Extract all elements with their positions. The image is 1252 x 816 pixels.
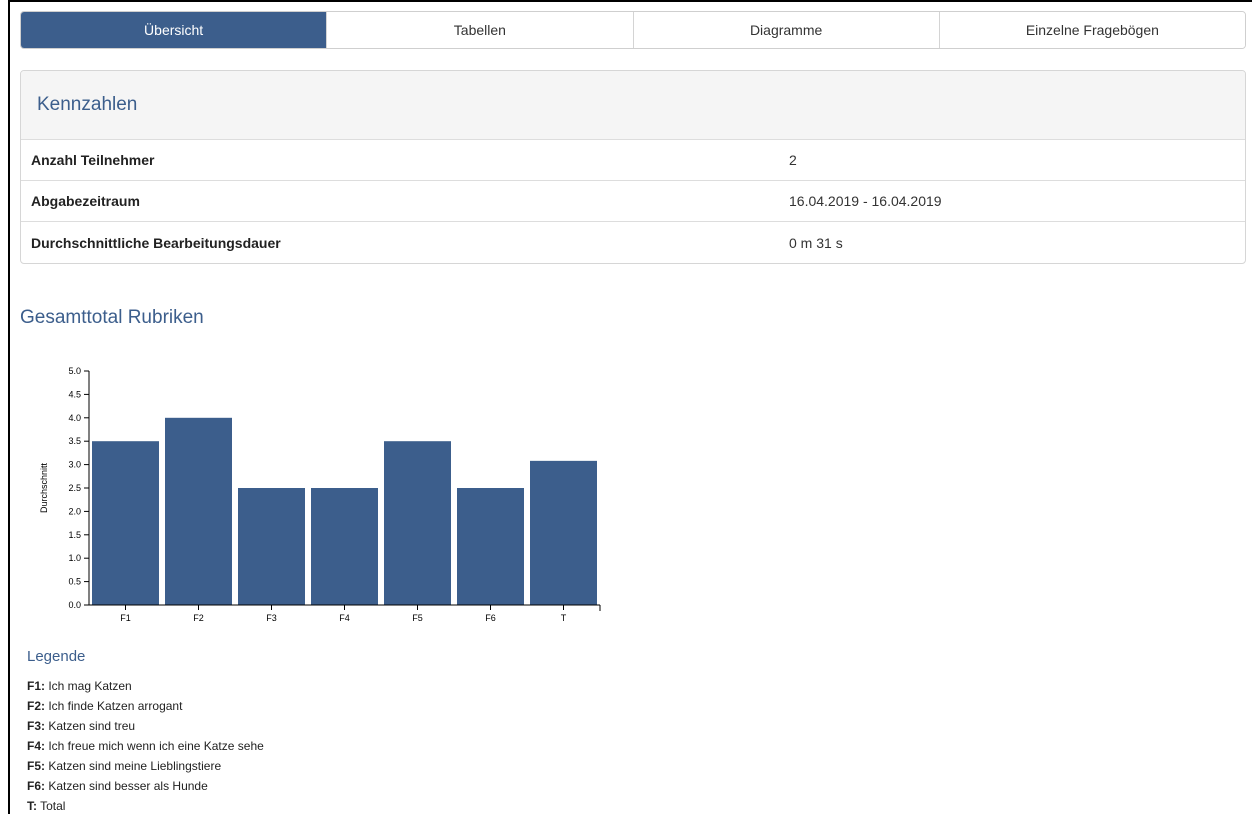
legend-key: F6: bbox=[27, 779, 45, 793]
bar-f4 bbox=[311, 488, 378, 605]
legend-item: F3: Katzen sind treu bbox=[27, 716, 264, 736]
legend-item: T: Total bbox=[27, 796, 264, 816]
legend-key: F5: bbox=[27, 759, 45, 773]
x-tick-label: F4 bbox=[339, 613, 350, 623]
kennzahl-row: Abgabezeitraum 16.04.2019 - 16.04.2019 bbox=[21, 181, 1245, 222]
legend-text: Katzen sind besser als Hunde bbox=[48, 779, 208, 793]
y-tick-label: 1.5 bbox=[68, 530, 81, 540]
y-axis-label: Durchschnitt bbox=[39, 462, 49, 513]
y-tick-label: 3.5 bbox=[68, 436, 81, 446]
bar-f6 bbox=[457, 488, 524, 605]
kennzahl-value: 2 bbox=[789, 152, 797, 168]
x-tick-label: T bbox=[561, 613, 567, 623]
kennzahl-value: 16.04.2019 - 16.04.2019 bbox=[789, 193, 942, 209]
x-tick-label: F5 bbox=[412, 613, 423, 623]
legend-text: Katzen sind meine Lieblingstiere bbox=[48, 759, 222, 773]
legend-key: T: bbox=[27, 799, 37, 813]
kennzahl-label: Abgabezeitraum bbox=[31, 193, 140, 209]
bar-f5 bbox=[384, 441, 451, 605]
tab-diagramme[interactable]: Diagramme bbox=[633, 12, 940, 48]
tab-bar: Übersicht Tabellen Diagramme Einzelne Fr… bbox=[20, 11, 1246, 49]
legend-item: F5: Katzen sind meine Lieblingstiere bbox=[27, 756, 264, 776]
legend-key: F1: bbox=[27, 679, 45, 693]
kennzahlen-panel: Kennzahlen Anzahl Teilnehmer 2 Abgabezei… bbox=[20, 70, 1246, 264]
kennzahl-value: 0 m 31 s bbox=[789, 234, 843, 251]
y-tick-label: 4.0 bbox=[68, 413, 81, 423]
bar-f3 bbox=[238, 488, 305, 605]
legend-text: Ich freue mich wenn ich eine Katze sehe bbox=[48, 739, 264, 753]
x-tick-label: F3 bbox=[266, 613, 277, 623]
y-tick-label: 4.5 bbox=[68, 389, 81, 399]
legend: F1: Ich mag Katzen F2: Ich finde Katzen … bbox=[27, 676, 264, 816]
y-tick-label: 1.0 bbox=[68, 553, 81, 563]
legend-key: F2: bbox=[27, 699, 45, 713]
legend-key: F4: bbox=[27, 739, 45, 753]
tab-uebersicht[interactable]: Übersicht bbox=[21, 12, 328, 48]
legend-item: F4: Ich freue mich wenn ich eine Katze s… bbox=[27, 736, 264, 756]
y-tick-label: 0.0 bbox=[68, 600, 81, 610]
y-tick-label: 2.5 bbox=[68, 483, 81, 493]
bar-f1 bbox=[92, 441, 159, 605]
legend-key: F3: bbox=[27, 719, 45, 733]
legend-item: F2: Ich finde Katzen arrogant bbox=[27, 696, 264, 716]
kennzahl-row: Anzahl Teilnehmer 2 bbox=[21, 140, 1245, 181]
x-tick-label: F6 bbox=[485, 613, 496, 623]
bar-chart: 0.0 0.5 1.0 1.5 2.0 2.5 3.0 3.5 4.0 4.5 5.0 F1 F2 F3 F… bbox=[39, 366, 601, 623]
y-tick-label: 0.5 bbox=[68, 577, 81, 587]
legend-text: Total bbox=[40, 799, 66, 813]
legend-text: Ich mag Katzen bbox=[48, 679, 132, 693]
legend-item: F1: Ich mag Katzen bbox=[27, 676, 264, 696]
bar-f2 bbox=[165, 417, 232, 605]
kennzahl-row: Durchschnittliche Bearbeitungsdauer 0 m … bbox=[21, 222, 1245, 263]
y-tick-label: 2.0 bbox=[68, 506, 81, 516]
tab-einzelne-frageboegen[interactable]: Einzelne Fragebögen bbox=[939, 12, 1245, 48]
kennzahlen-title: Kennzahlen bbox=[21, 71, 1245, 140]
legend-item: F6: Katzen sind besser als Hunde bbox=[27, 776, 264, 796]
section-title: Gesamttotal Rubriken bbox=[20, 307, 204, 328]
legend-text: Katzen sind treu bbox=[48, 719, 136, 733]
tab-tabellen[interactable]: Tabellen bbox=[327, 12, 634, 48]
bar-t bbox=[530, 460, 597, 605]
y-tick-label: 5.0 bbox=[68, 366, 81, 376]
x-tick-label: F1 bbox=[120, 613, 131, 623]
y-tick-label: 3.0 bbox=[68, 460, 81, 470]
legend-title: Legende bbox=[27, 648, 86, 665]
legend-text: Ich finde Katzen arrogant bbox=[48, 699, 183, 713]
x-tick-label: F2 bbox=[193, 613, 204, 623]
kennzahl-label: Durchschnittliche Bearbeitungsdauer bbox=[31, 234, 281, 251]
kennzahl-label: Anzahl Teilnehmer bbox=[31, 152, 155, 168]
